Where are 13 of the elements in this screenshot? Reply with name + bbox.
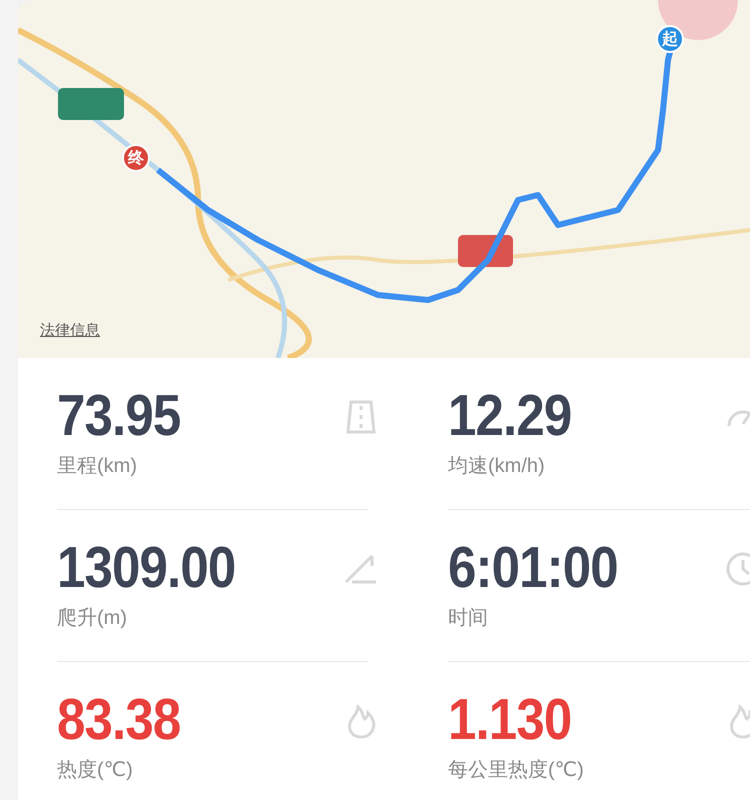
stat-label: 每公里热度(℃) xyxy=(448,758,585,783)
stat-value: 12.29 xyxy=(448,384,572,448)
stat-value: 83.38 xyxy=(57,688,180,752)
stat-label: 时间 xyxy=(448,606,489,631)
legal-info-link[interactable]: 法律信息 xyxy=(40,321,100,340)
stat-label: 里程(km) xyxy=(57,454,138,479)
stat-value: 73.95 xyxy=(57,384,180,448)
stat-value: 6:01:00 xyxy=(448,536,618,600)
stat-label: 热度(℃) xyxy=(57,758,134,783)
stat-value: 1309.00 xyxy=(57,536,236,600)
stat-label: 爬升(m) xyxy=(57,606,128,631)
stat-label: 均速(km/h) xyxy=(448,454,546,479)
stat-value: 1.130 xyxy=(448,688,572,752)
